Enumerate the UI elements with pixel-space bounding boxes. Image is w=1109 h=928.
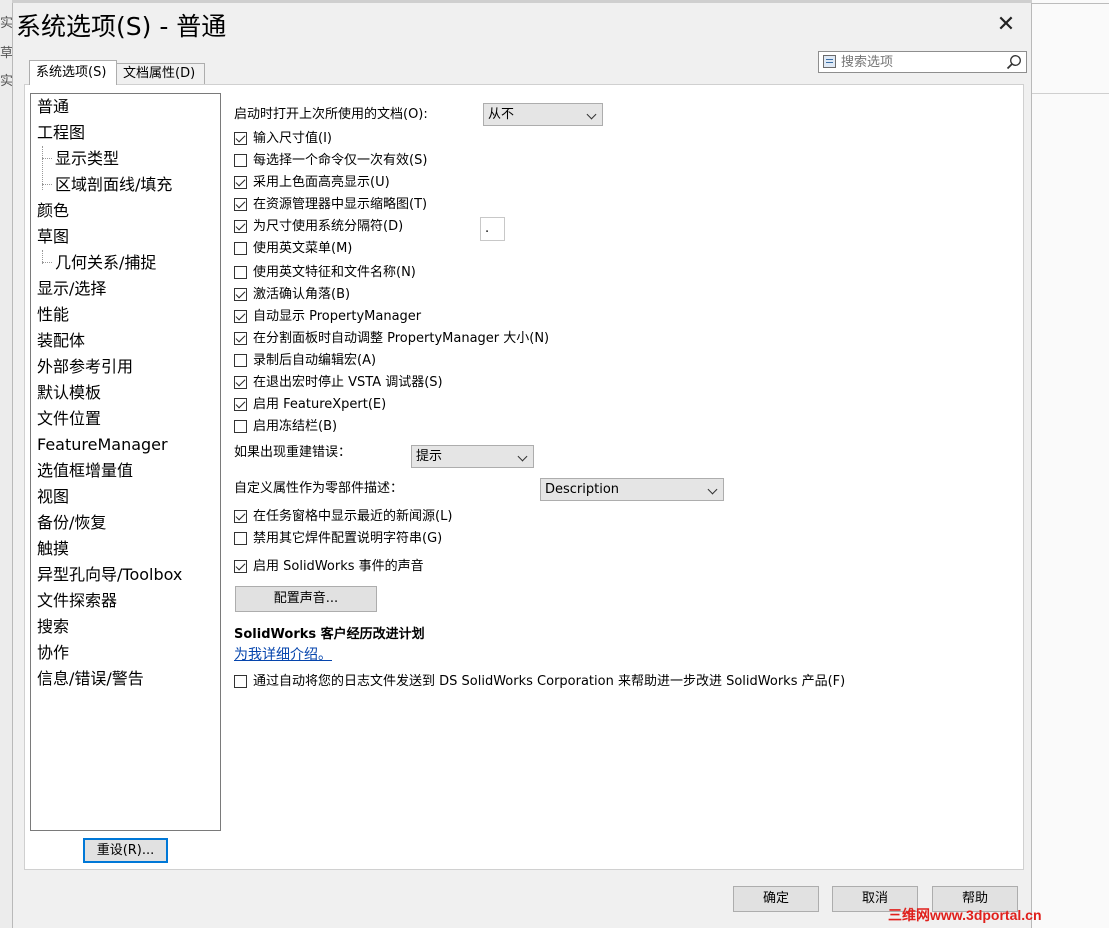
background-text: 草 (0, 46, 12, 61)
checkbox-box[interactable] (234, 242, 247, 255)
chevron-down-icon (586, 109, 597, 120)
search-input[interactable] (841, 53, 1001, 71)
checkbox-box[interactable] (234, 532, 247, 545)
cei-heading: SolidWorks 客户经历改进计划 (234, 627, 425, 642)
search-box (818, 51, 1027, 73)
tree-item-file-explorer[interactable]: 文件探索器 (37, 590, 117, 612)
custom-property-value: Description (545, 482, 620, 497)
tree-item-performance[interactable]: 性能 (37, 304, 69, 326)
checkbox-box[interactable] (234, 398, 247, 411)
tab-document-properties[interactable]: 文档属性(D) (117, 63, 205, 84)
checkbox-box[interactable] (234, 220, 247, 233)
tree-item-touch[interactable]: 触摸 (37, 538, 69, 560)
tree-item-spin-box-increments[interactable]: 选值框增量值 (37, 460, 133, 482)
checkbox-box[interactable] (234, 310, 247, 323)
tree-item-search[interactable]: 搜索 (37, 616, 69, 638)
rebuild-error-label: 如果出现重建错误： (234, 445, 352, 460)
checkbox-box[interactable] (234, 198, 247, 211)
tree-item-display-selection[interactable]: 显示/选择 (37, 278, 106, 300)
checkbox-box[interactable] (234, 354, 247, 367)
tree-item-colors[interactable]: 颜色 (37, 200, 69, 222)
checkbox-box[interactable] (234, 154, 247, 167)
tree-item-featuremanager[interactable]: FeatureManager (37, 434, 168, 456)
tree-item-messages-errors-warnings[interactable]: 信息/错误/警告 (37, 668, 144, 690)
chevron-down-icon (707, 484, 718, 495)
checkbox-box[interactable] (234, 510, 247, 523)
tree-item-area-hatch[interactable]: 区域剖面线/填充 (41, 174, 172, 196)
tree-item-assemblies[interactable]: 装配体 (37, 330, 85, 352)
open-last-doc-label: 启动时打开上次所使用的文档(O): (234, 107, 428, 122)
checkbox-box[interactable] (234, 288, 247, 301)
tell-me-more-link[interactable]: 为我详细介绍。 (234, 646, 332, 664)
options-list-icon (823, 55, 836, 68)
custom-property-label: 自定义属性作为零部件描述： (234, 481, 404, 496)
checkbox-box[interactable] (234, 376, 247, 389)
configure-sounds-button[interactable]: 配置声音... (235, 586, 377, 612)
reset-button[interactable]: 重设(R)... (83, 838, 168, 863)
checkbox-box[interactable] (234, 675, 247, 688)
tree-item-relations-snaps[interactable]: 几何关系/捕捉 (41, 252, 156, 274)
checkbox-box[interactable] (234, 132, 247, 145)
tree-item-collaboration[interactable]: 协作 (37, 642, 69, 664)
tree-item-sketch[interactable]: 草图 (37, 226, 69, 248)
background-window-right (1032, 0, 1109, 928)
dialog-title: 系统选项(S) - 普通 (16, 12, 227, 41)
tree-item-general[interactable]: 普通 (37, 96, 70, 118)
background-text: 实 (0, 16, 12, 31)
tree-item-backup-recover[interactable]: 备份/恢复 (37, 512, 106, 534)
search-icon[interactable] (1006, 54, 1022, 70)
background-text: 实 (0, 74, 12, 89)
tab-system-options[interactable]: 系统选项(S) (29, 60, 117, 85)
checkbox-box[interactable] (234, 332, 247, 345)
tree-item-drawings[interactable]: 工程图 (37, 122, 85, 144)
ok-button[interactable]: 确定 (733, 886, 819, 912)
checkbox-box[interactable] (234, 266, 247, 279)
background-window-left: 实 草 实 (0, 0, 12, 928)
watermark: 三维网www.3dportal.cn (888, 907, 1042, 923)
custom-property-select[interactable]: Description (540, 478, 724, 501)
separator-input[interactable]: . (480, 217, 505, 241)
tree-item-file-locations[interactable]: 文件位置 (37, 408, 101, 430)
tree-item-hole-wizard-toolbox[interactable]: 异型孔向导/Toolbox (37, 564, 182, 586)
open-last-doc-value: 从不 (488, 107, 515, 122)
rebuild-error-select[interactable]: 提示 (411, 445, 534, 468)
chevron-down-icon (517, 451, 528, 462)
checkbox-box[interactable] (234, 560, 247, 573)
checkbox-box[interactable] (234, 420, 247, 433)
options-tree: 普通 工程图 显示类型 区域剖面线/填充 颜色 草图 几何关系/捕捉 显示/选择… (30, 93, 221, 831)
checkbox-box[interactable] (234, 176, 247, 189)
rebuild-error-value: 提示 (416, 449, 443, 464)
close-icon[interactable]: ✕ (994, 13, 1018, 37)
tree-item-view[interactable]: 视图 (37, 486, 69, 508)
tree-item-default-templates[interactable]: 默认模板 (37, 382, 101, 404)
tree-item-external-references[interactable]: 外部参考引用 (37, 356, 133, 378)
open-last-doc-select[interactable]: 从不 (483, 103, 603, 126)
tree-item-display-type[interactable]: 显示类型 (41, 148, 119, 170)
